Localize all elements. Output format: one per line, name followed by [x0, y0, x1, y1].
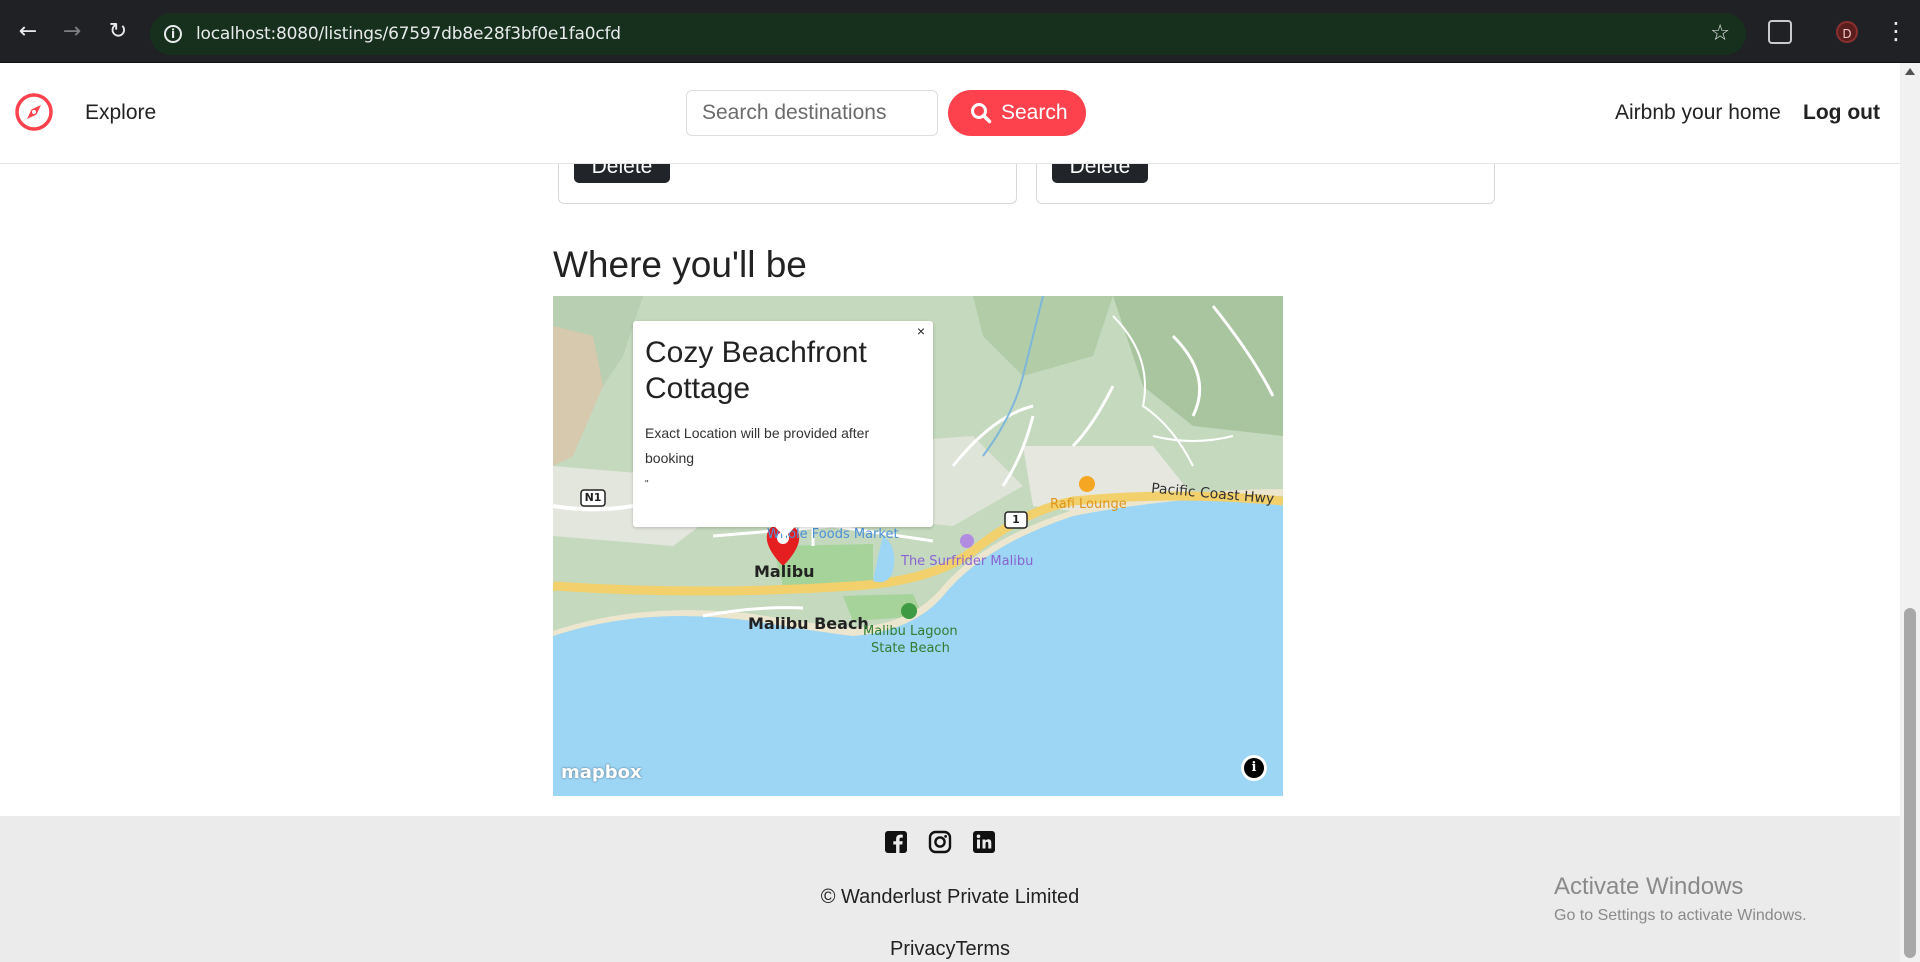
watermark-line-2: Go to Settings to activate Windows.: [1554, 907, 1807, 924]
profile-avatar[interactable]: D: [1836, 21, 1858, 43]
search-input[interactable]: [686, 90, 938, 136]
watermark-line-1: Activate Windows: [1554, 873, 1744, 900]
site-navbar: Explore Search Airbnb your home Log out: [0, 63, 1900, 164]
popup-text: Exact Location will be provided after bo…: [645, 425, 870, 466]
route-1-label: 1: [1012, 513, 1020, 526]
explore-link[interactable]: Explore: [85, 101, 156, 125]
search-button[interactable]: Search: [948, 90, 1086, 136]
forward-icon[interactable]: →: [58, 18, 86, 46]
footer-links[interactable]: PrivacyTerms: [0, 938, 1900, 961]
url-text[interactable]: localhost:8080/listings/67597db8e28f3bf0…: [196, 24, 621, 44]
popup-tip: [775, 527, 795, 537]
popup-title: Cozy Beachfront Cottage: [645, 336, 867, 405]
logout-link[interactable]: Log out: [1803, 101, 1880, 125]
route-n1-label: N1: [584, 491, 602, 504]
compass-logo-icon[interactable]: [14, 92, 54, 132]
host-home-link[interactable]: Airbnb your home: [1615, 101, 1781, 125]
lagoon-label-2: State Beach: [871, 641, 950, 656]
back-icon[interactable]: ←: [14, 18, 42, 46]
reload-icon[interactable]: ↻: [104, 18, 132, 46]
site-footer: © Wanderlust Private Limited PrivacyTerm…: [0, 816, 1900, 962]
malibu-label: Malibu: [754, 562, 815, 581]
extensions-icon[interactable]: [1768, 20, 1792, 44]
info-icon: i: [1244, 758, 1264, 778]
search-button-label: Search: [1001, 101, 1068, 124]
mapbox-logo[interactable]: mapbox: [561, 762, 642, 783]
browser-menu-icon[interactable]: ⋮: [1884, 16, 1908, 46]
scrollbar-thumb[interactable]: [1904, 608, 1916, 958]
popup-close-button[interactable]: ×: [917, 323, 925, 339]
facebook-icon[interactable]: [884, 830, 908, 854]
social-links: [884, 830, 996, 854]
scroll-up-arrow-icon[interactable]: [1905, 68, 1915, 75]
lagoon-label-1: Malibu Lagoon: [863, 624, 958, 639]
address-bar[interactable]: i localhost:8080/listings/67597db8e28f3b…: [150, 13, 1746, 55]
linkedin-icon[interactable]: [972, 830, 996, 854]
bookmark-star-icon[interactable]: ☆: [1710, 21, 1730, 46]
rafi-lounge-label: Rafi Lounge: [1050, 497, 1127, 512]
map-popup: × Cozy Beachfront Cottage Exact Location…: [633, 321, 933, 527]
browser-toolbar: ← → ↻ i localhost:8080/listings/67597db8…: [0, 0, 1920, 63]
surfrider-label: The Surfrider Malibu: [901, 554, 1034, 569]
location-heading: Where you'll be: [553, 244, 807, 285]
popup-extra: ": [645, 479, 649, 490]
site-info-icon[interactable]: i: [164, 25, 182, 43]
page-scrollbar[interactable]: [1900, 63, 1920, 962]
instagram-icon[interactable]: [928, 830, 952, 854]
attribution-button[interactable]: i: [1241, 755, 1267, 781]
listing-map[interactable]: N1 1 Malibu Malibu Beach Malibu Lagoon S…: [553, 296, 1283, 796]
malibu-beach-label: Malibu Beach: [748, 614, 869, 633]
windows-watermark: Activate Windows Go to Settings to activ…: [1554, 873, 1807, 925]
search-icon: [971, 103, 992, 124]
